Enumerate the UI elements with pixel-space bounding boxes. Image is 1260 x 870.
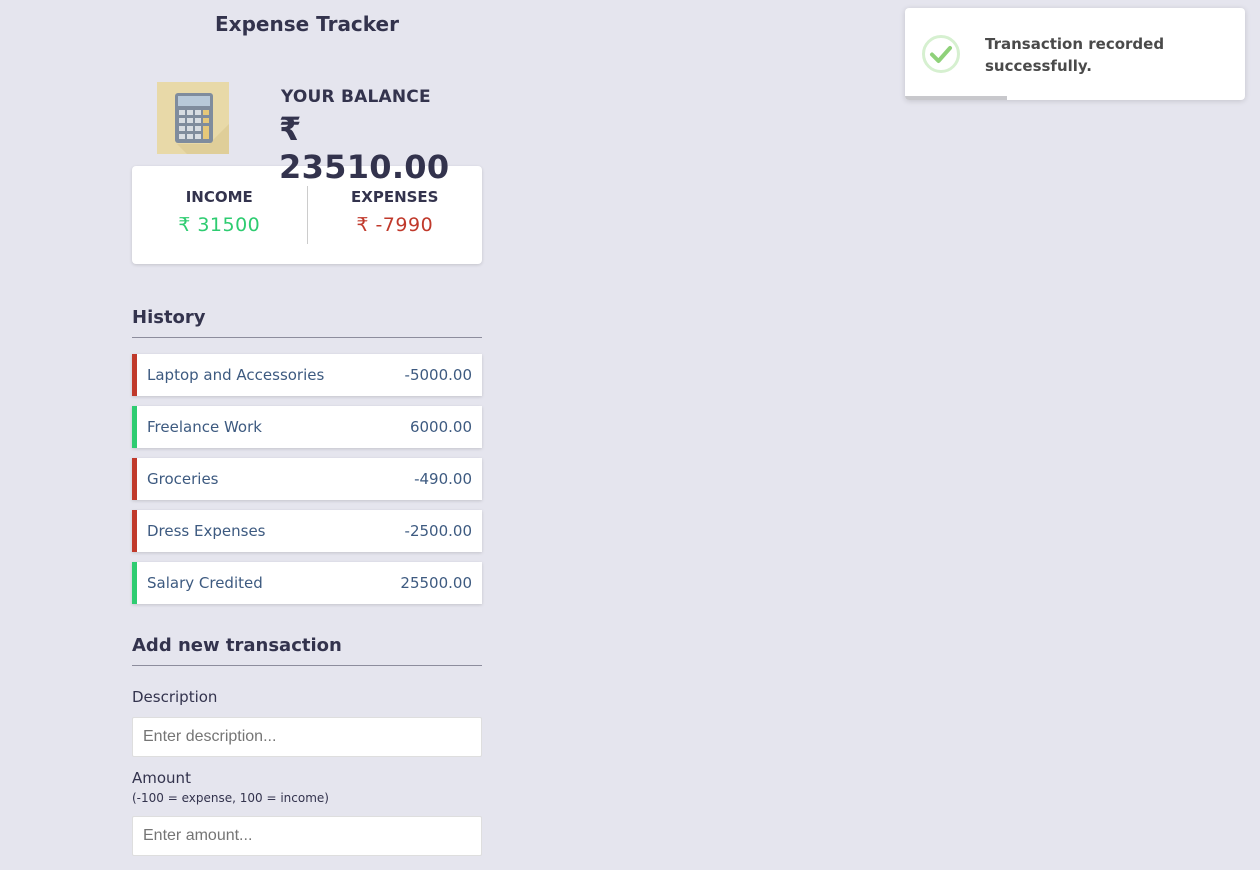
history-item[interactable]: Dress Expenses -2500.00 — [132, 510, 482, 552]
toast-message: Transaction recorded successfully. — [985, 35, 1165, 75]
calculator-icon — [157, 82, 229, 154]
income-column: INCOME ₹ 31500 — [132, 186, 307, 244]
amount-input[interactable] — [132, 816, 482, 856]
toast-progress-bar — [905, 96, 1007, 100]
amount-label: Amount — [132, 769, 191, 787]
success-toast[interactable]: Transaction recorded successfully. — [905, 8, 1245, 100]
balance-label: YOUR BALANCE — [281, 87, 431, 107]
expenses-column: EXPENSES ₹ -7990 — [308, 186, 483, 244]
balance-value: ₹ 23510.00 — [279, 110, 450, 186]
income-label: INCOME — [185, 188, 253, 206]
history-item[interactable]: Groceries -490.00 — [132, 458, 482, 500]
expenses-value: ₹ -7990 — [356, 214, 434, 236]
history-item[interactable]: Salary Credited 25500.00 — [132, 562, 482, 604]
description-label: Description — [132, 688, 218, 706]
history-title: History — [132, 307, 482, 338]
income-value: ₹ 31500 — [178, 214, 261, 236]
history-item-amount: 6000.00 — [409, 418, 472, 436]
history-item[interactable]: Laptop and Accessories -5000.00 — [132, 354, 482, 396]
balance-section: YOUR BALANCE ₹ 23510.00 — [132, 70, 482, 186]
history-item-amount: -490.00 — [414, 470, 472, 488]
description-input[interactable] — [132, 717, 482, 757]
app-title: Expense Tracker — [215, 12, 399, 36]
expenses-label: EXPENSES — [351, 188, 439, 206]
history-item-amount: 25500.00 — [400, 574, 472, 592]
history-item-name: Salary Credited — [147, 574, 263, 592]
check-circle-icon — [922, 35, 960, 73]
history-item-name: Dress Expenses — [147, 522, 266, 540]
history-item-amount: -5000.00 — [404, 366, 472, 384]
history-item-name: Laptop and Accessories — [147, 366, 325, 384]
history-list: Laptop and Accessories -5000.00 Freelanc… — [132, 354, 482, 604]
expense-tracker-app: Expense Tracker YOUR BALANCE ₹ 23510.00 … — [132, 0, 482, 856]
history-item-amount: -2500.00 — [404, 522, 472, 540]
history-item-name: Groceries — [147, 470, 219, 488]
add-transaction-title: Add new transaction — [132, 635, 482, 666]
amount-hint: (-100 = expense, 100 = income) — [132, 791, 329, 805]
history-item[interactable]: Freelance Work 6000.00 — [132, 406, 482, 448]
history-item-name: Freelance Work — [147, 418, 262, 436]
